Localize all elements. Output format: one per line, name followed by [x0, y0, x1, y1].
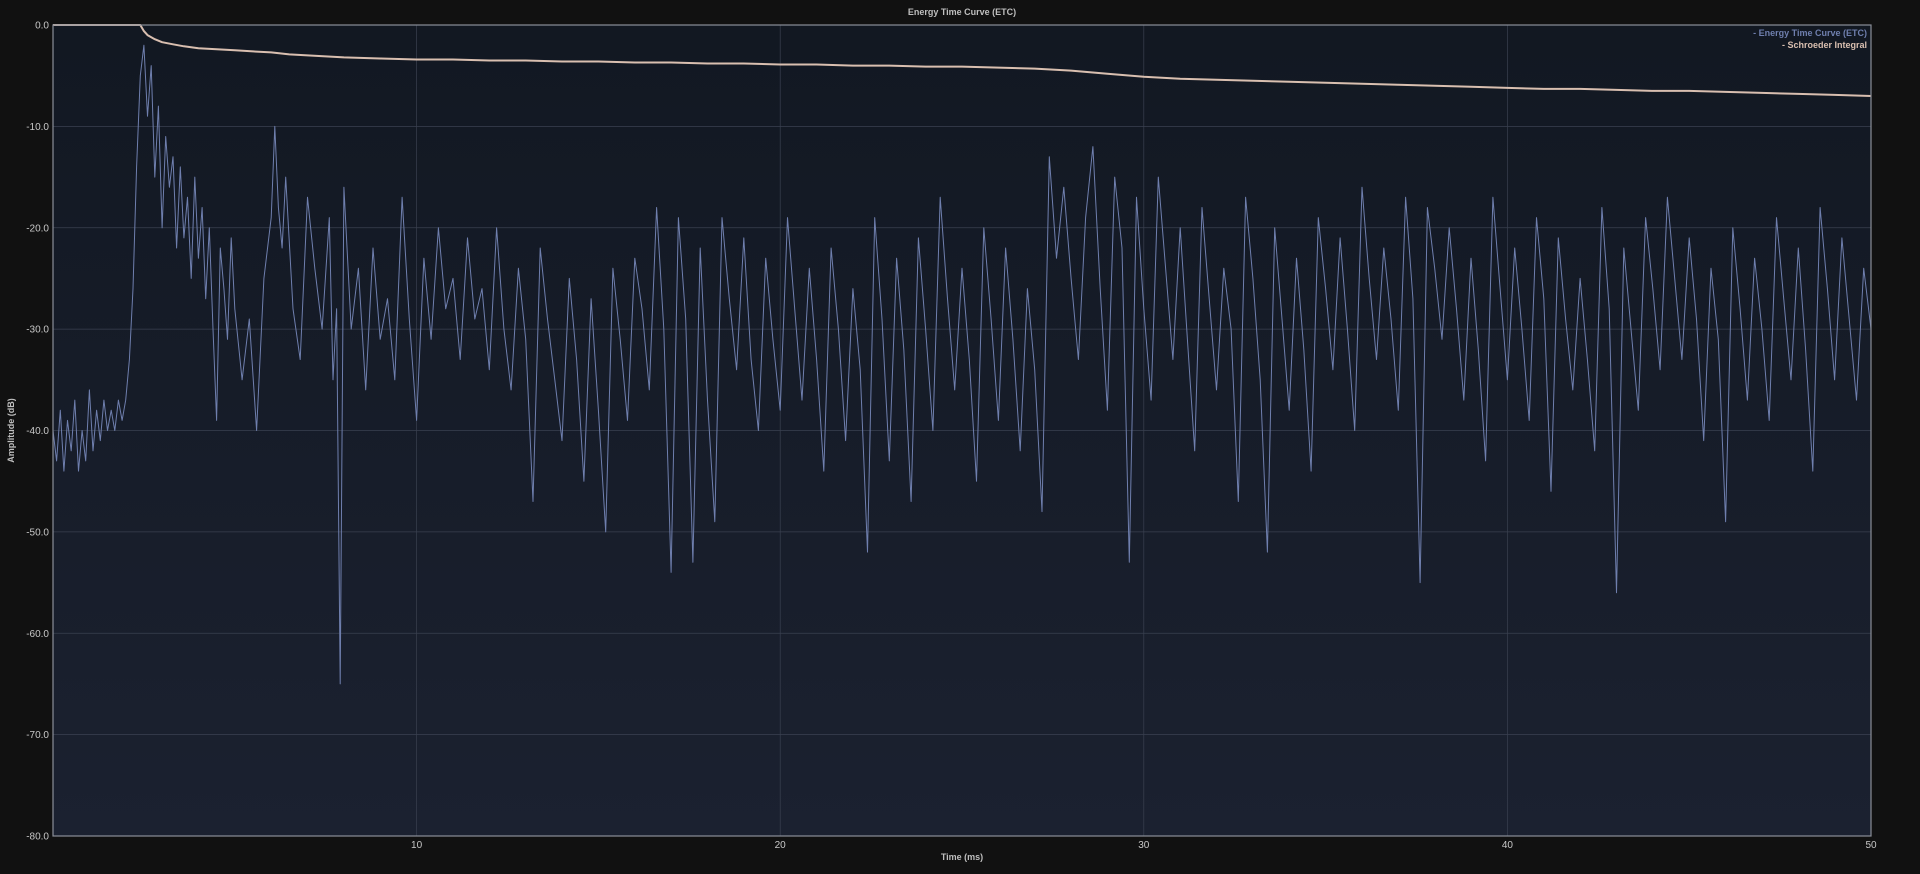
etc-chart: 0.0 -10.0 -20.0 -30.0 -40.0 -50.0 -60.0 -70.0 -8… — [0, 0, 1920, 869]
x-tick-label: 10 — [411, 840, 423, 851]
x-tick-label: 40 — [1502, 840, 1514, 851]
chart-title: Energy Time Curve (ETC) — [908, 7, 1016, 17]
y-tick-label: 0.0 — [35, 21, 49, 32]
legend-entry: - Schroeder Integral — [1782, 40, 1867, 50]
y-tick-label: -30.0 — [26, 325, 49, 336]
x-tick-label: 20 — [775, 840, 787, 851]
chart-svg: 0.0 -10.0 -20.0 -30.0 -40.0 -50.0 -60.0 -70.0 -8… — [6, 7, 1877, 862]
y-tick-label: -10.0 — [26, 122, 49, 133]
y-tick-label: -70.0 — [26, 730, 49, 741]
x-tick-label: 30 — [1138, 840, 1150, 851]
legend-entry: - Energy Time Curve (ETC) — [1753, 28, 1867, 38]
y-tick-label: -40.0 — [26, 426, 49, 437]
y-axis-title: Amplitude (dB) — [6, 398, 16, 463]
x-tick-label: 50 — [1865, 840, 1877, 851]
x-axis-title: Time (ms) — [941, 852, 983, 862]
y-tick-label: -20.0 — [26, 223, 49, 234]
y-tick-label: -50.0 — [26, 527, 49, 538]
y-tick-label: -80.0 — [26, 832, 49, 843]
y-tick-label: -60.0 — [26, 629, 49, 640]
